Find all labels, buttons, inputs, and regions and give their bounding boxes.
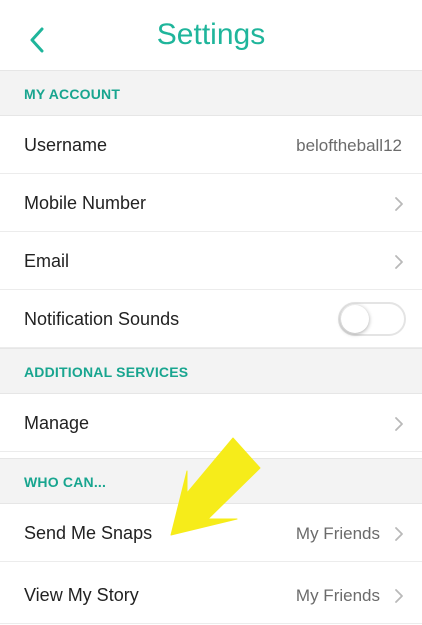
username-label: Username [24,135,108,155]
row-view-my-story[interactable]: View My Story My Friends [0,566,422,624]
email-label: Email [24,251,70,271]
send-me-snaps-label: Send Me Snaps [24,523,153,543]
notification-sounds-toggle[interactable] [338,302,406,336]
section-title-who-can: WHO CAN... [24,474,107,490]
row-notification-sounds: Notification Sounds [0,290,422,348]
row-mobile-number[interactable]: Mobile Number [0,174,422,232]
mobile-number-label: Mobile Number [24,193,147,213]
section-header-my-account: MY ACCOUNT [0,70,422,116]
manage-label: Manage [24,413,90,433]
chevron-right-icon [395,589,403,603]
toggle-knob [341,305,369,333]
send-me-snaps-value: My Friends [295,524,380,543]
chevron-right-icon [395,197,403,211]
username-value: beloftheball12 [296,136,402,155]
page-title: Settings [156,18,266,51]
chevron-right-icon [395,417,403,431]
section-header-who-can: WHO CAN... [0,458,422,504]
section-title-my-account: MY ACCOUNT [24,86,121,102]
row-send-me-snaps[interactable]: Send Me Snaps My Friends [0,504,422,562]
view-my-story-value: My Friends [295,586,380,605]
chevron-right-icon [395,255,403,269]
row-manage[interactable]: Manage [0,394,422,452]
section-header-additional-services: ADDITIONAL SERVICES [0,348,422,394]
header-bar: Settings [0,0,422,70]
chevron-right-icon [395,527,403,541]
notification-sounds-label: Notification Sounds [24,309,180,329]
section-title-additional-services: ADDITIONAL SERVICES [24,364,189,380]
view-my-story-label: View My Story [24,585,139,605]
row-email[interactable]: Email [0,232,422,290]
row-username[interactable]: Username beloftheball12 [0,116,422,174]
